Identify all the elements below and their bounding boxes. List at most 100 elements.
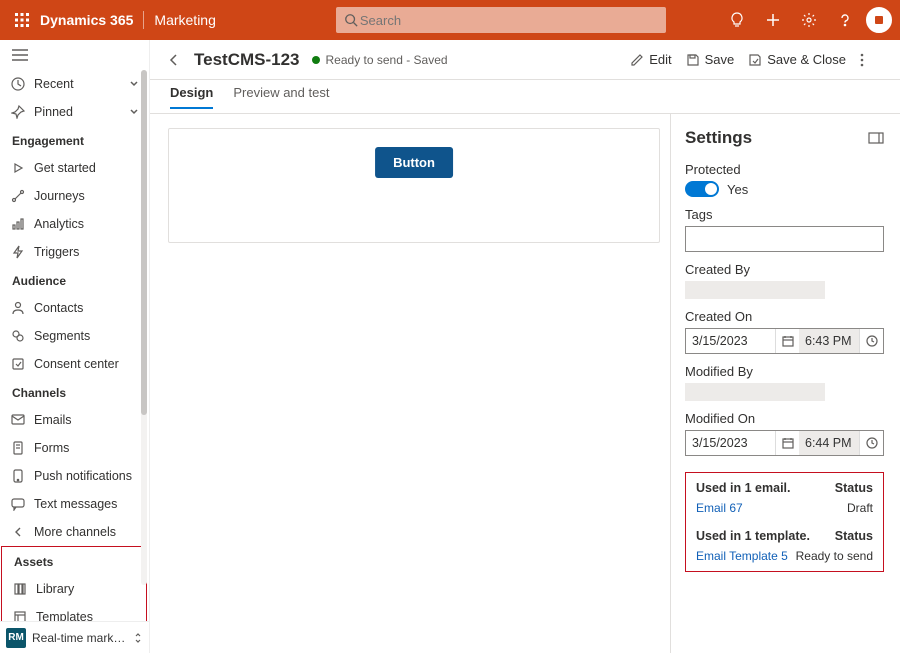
main-content: TestCMS-123 Ready to send - Saved Edit S… [150, 40, 900, 653]
nav-label: Contacts [34, 301, 83, 315]
nav-triggers[interactable]: Triggers [0, 238, 149, 266]
tags-label: Tags [685, 207, 884, 222]
back-button[interactable] [166, 52, 182, 68]
assets-highlight: Assets Library Templates Content blocks [1, 546, 147, 621]
play-icon [10, 160, 26, 176]
sidebar: Recent Pinned Engagement Get started Jou… [0, 40, 150, 653]
command-bar: TestCMS-123 Ready to send - Saved Edit S… [150, 40, 900, 80]
usage-template-link[interactable]: Email Template 5 [696, 549, 788, 563]
modifiedby-label: Modified By [685, 364, 884, 379]
nav-label: Library [36, 582, 74, 596]
clock-icon[interactable] [859, 431, 883, 455]
divider [143, 11, 144, 29]
area-switcher[interactable]: RM Real-time marketi... [0, 621, 149, 653]
save-icon [686, 53, 700, 67]
usage-email-link[interactable]: Email 67 [696, 501, 743, 515]
mail-icon [10, 412, 26, 428]
nav-text[interactable]: Text messages [0, 490, 149, 518]
nav-label: Recent [34, 77, 74, 91]
chevron-down-icon [129, 107, 139, 117]
usage-email-heading: Used in 1 email. [696, 481, 790, 495]
saveclose-icon [748, 53, 762, 67]
lightbulb-icon[interactable] [722, 5, 752, 35]
chevron-down-icon [129, 79, 139, 89]
template-icon [12, 609, 28, 621]
saveclose-button[interactable]: Save & Close [748, 52, 846, 67]
button-element[interactable]: Button [375, 147, 453, 178]
pencil-icon [630, 53, 644, 67]
usage-status-label: Status [835, 529, 873, 543]
app-name: Marketing [154, 12, 215, 28]
help-icon[interactable] [830, 5, 860, 35]
calendar-icon[interactable] [775, 329, 799, 353]
button-label: Button [393, 155, 435, 170]
nav-segments[interactable]: Segments [0, 322, 149, 350]
nav-group-assets: Assets [2, 547, 146, 575]
nav-collapse-icon[interactable] [0, 40, 149, 70]
user-avatar[interactable] [866, 7, 892, 33]
area-badge: RM [6, 628, 26, 648]
modifiedon-field[interactable]: 3/15/2023 6:44 PM [685, 430, 884, 456]
createdby-value [685, 281, 825, 299]
push-icon [10, 468, 26, 484]
nav-emails[interactable]: Emails [0, 406, 149, 434]
nav-label: Emails [34, 413, 72, 427]
bolt-icon [10, 244, 26, 260]
add-icon[interactable] [758, 5, 788, 35]
overflow-menu[interactable] [860, 53, 884, 67]
usage-email-header: Used in 1 email. Status [696, 481, 873, 495]
form-icon [10, 440, 26, 456]
createdon-time: 6:43 PM [799, 329, 859, 353]
nav-group-engagement: Engagement [0, 126, 149, 154]
createdon-label: Created On [685, 309, 884, 324]
search-input[interactable] [358, 12, 658, 29]
segments-icon [10, 328, 26, 344]
nav-forms[interactable]: Forms [0, 434, 149, 462]
nav-recent[interactable]: Recent [0, 70, 149, 98]
nav-label: Journeys [34, 189, 85, 203]
nav-label: Pinned [34, 105, 73, 119]
nav-label: Segments [34, 329, 90, 343]
nav-getstarted[interactable]: Get started [0, 154, 149, 182]
edit-button[interactable]: Edit [630, 52, 671, 67]
gear-icon[interactable] [794, 5, 824, 35]
tab-preview[interactable]: Preview and test [233, 85, 329, 108]
nav-analytics[interactable]: Analytics [0, 210, 149, 238]
createdon-field[interactable]: 3/15/2023 6:43 PM [685, 328, 884, 354]
modifiedby-value [685, 383, 825, 401]
nav-templates[interactable]: Templates [2, 603, 146, 621]
clock-icon [10, 76, 26, 92]
save-button[interactable]: Save [686, 52, 735, 67]
person-icon [10, 300, 26, 316]
settings-panel: Settings Protected Yes Tags Created By C… [670, 114, 900, 653]
status-dot-icon [312, 56, 320, 64]
design-canvas: Button [150, 114, 670, 653]
app-launcher-icon[interactable] [8, 6, 36, 34]
modifiedon-time: 6:44 PM [799, 431, 859, 455]
record-status: Ready to send - Saved [312, 53, 448, 67]
nav-label: Push notifications [34, 469, 132, 483]
settings-title: Settings [685, 128, 884, 148]
nav-journeys[interactable]: Journeys [0, 182, 149, 210]
tab-design[interactable]: Design [170, 85, 213, 108]
calendar-icon[interactable] [775, 431, 799, 455]
nav-morechannels[interactable]: More channels [0, 518, 149, 546]
nav-push[interactable]: Push notifications [0, 462, 149, 490]
expand-icon[interactable] [868, 132, 884, 144]
tab-label: Design [170, 85, 213, 100]
search-box[interactable] [336, 7, 666, 33]
nav-label: Consent center [34, 357, 119, 371]
tags-input[interactable] [685, 226, 884, 252]
usage-template-heading: Used in 1 template. [696, 529, 810, 543]
protected-toggle[interactable] [685, 181, 719, 197]
content-block-frame[interactable]: Button [168, 128, 660, 243]
nav-consent[interactable]: Consent center [0, 350, 149, 378]
nav-pinned[interactable]: Pinned [0, 98, 149, 126]
nav-library[interactable]: Library [2, 575, 146, 603]
nav-label: Forms [34, 441, 69, 455]
modifiedon-label: Modified On [685, 411, 884, 426]
nav-contacts[interactable]: Contacts [0, 294, 149, 322]
clock-icon[interactable] [859, 329, 883, 353]
usage-box: Used in 1 email. Status Email 67 Draft U… [685, 472, 884, 572]
nav-scrollbar-thumb[interactable] [141, 70, 147, 415]
